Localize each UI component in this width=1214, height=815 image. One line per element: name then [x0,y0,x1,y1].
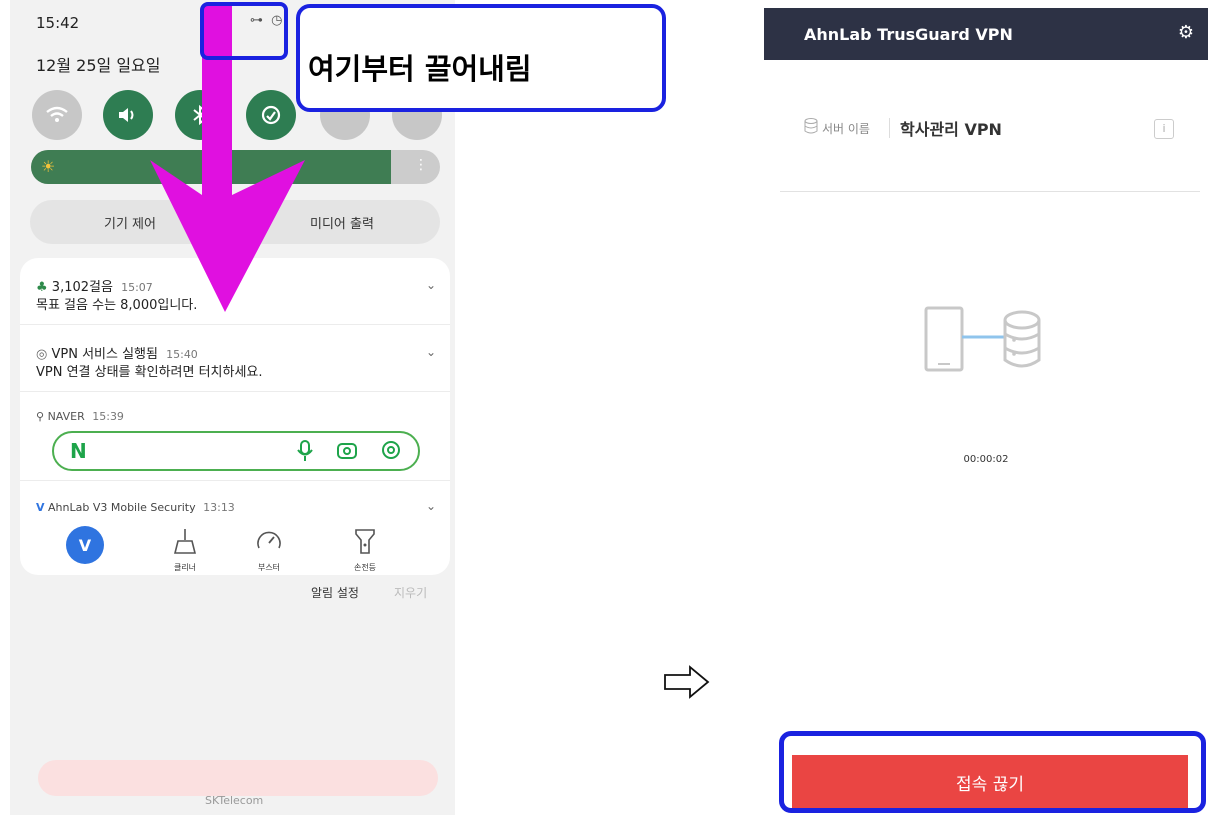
vpn-title: VPN 서비스 실행됨 [51,347,158,362]
steps-title: 3,102걸음 [51,280,113,295]
v3-app-logo-icon[interactable]: V [66,526,104,564]
composite-screenshot: 15:42 ⊶ ◷ 12월 25일 일요일 ☀ ⋮ 기기 제어 미디어 출력 ♣… [0,0,1214,815]
flashlight-icon [335,528,395,558]
broom-icon [155,528,215,558]
date-label: 12월 25일 일요일 [36,56,161,75]
carrier-label: SKTelecom [205,794,264,807]
gear-icon[interactable]: ⚙ [1178,22,1194,43]
search-icon: ⚲ [36,410,45,423]
elapsed-time: 00:00:02 [963,454,1009,465]
v3-title: AhnLab V3 Mobile Security [48,501,196,514]
naver-search-bar[interactable]: N [52,431,420,471]
speedometer-icon [239,528,299,558]
lens-icon[interactable] [336,440,358,467]
notification-settings-button[interactable]: 알림 설정 [311,584,359,601]
chevron-down-icon[interactable]: ⌄ [426,499,436,513]
database-icon [804,118,818,138]
v3-time: 13:13 [203,501,235,514]
walker-icon: ♣ [36,280,48,295]
microphone-icon[interactable] [296,440,314,467]
chevron-down-icon[interactable]: ⌄ [426,345,436,359]
vpn-body: VPN 연결 상태를 확인하려면 터치하세요. [36,365,263,380]
chevron-down-icon[interactable]: ⌄ [426,278,436,292]
cleaner-label: 클리너 [173,563,197,572]
instruction-callout: 여기부터 끌어내림 [296,4,666,112]
status-time: 15:42 [36,14,80,32]
naver-time: 15:39 [92,410,124,423]
media-output-button[interactable]: 미디어 출력 [310,213,374,232]
status-bar-highlight [200,2,288,60]
server-name: 학사관리 VPN [900,120,1002,139]
naver-logo: N [70,439,87,463]
flashlight-label: 손전등 [353,563,377,572]
separator [889,118,890,138]
app-title: AhnLab TrusGuard VPN [804,25,1013,44]
location-icon[interactable] [380,440,402,467]
connection-status-icon [924,306,1041,372]
booster-shortcut[interactable]: 부스터 [239,528,299,573]
divider [780,191,1200,192]
vpn-gear-icon: ◎ [36,347,48,362]
booster-label: 부스터 [257,563,281,572]
app-header: AhnLab TrusGuard VPN ⚙ [764,8,1208,60]
right-arrow-icon [664,665,710,699]
naver-title: NAVER [47,410,85,423]
clear-button[interactable]: 지우기 [394,584,427,601]
info-icon[interactable]: i [1154,119,1174,139]
vpn-time: 15:40 [166,348,198,361]
flashlight-shortcut[interactable]: 손전등 [335,528,395,573]
server-row: 서버 이름 학사관리 VPN i [804,116,1184,144]
cleaner-shortcut[interactable]: 클리너 [155,528,215,573]
vpn-app-screen: AhnLab TrusGuard VPN ⚙ 서버 이름 학사관리 VPN i … [764,8,1208,815]
wifi-icon[interactable] [32,90,82,140]
disconnect-highlight [779,731,1206,813]
more-icon[interactable]: ⋮ [414,157,428,173]
notification-vpn[interactable]: ◎ VPN 서비스 실행됨 15:40 VPN 연결 상태를 확인하려면 터치하… [20,325,450,391]
blurred-bottom-bar [38,760,438,796]
callout-text: 여기부터 끌어내림 [308,52,532,86]
server-label: 서버 이름 [822,122,870,136]
sun-icon: ☀ [41,157,56,176]
v3-small-logo-icon: V [36,501,45,514]
